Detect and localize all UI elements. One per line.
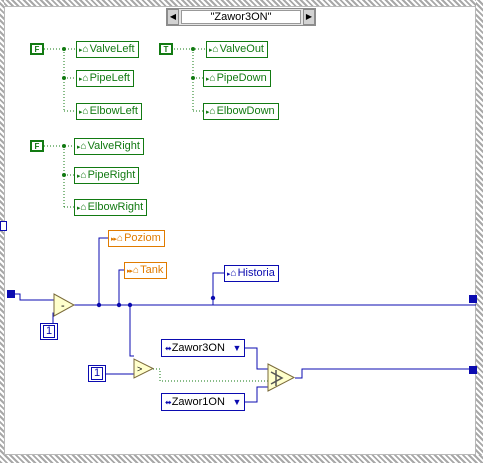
true-constant[interactable]: T: [159, 43, 173, 55]
local-pipedown[interactable]: ▸⌂PipeDown: [203, 70, 271, 87]
local-historia[interactable]: ▸⌂Historia: [224, 265, 279, 282]
ring-constant-zawor1on[interactable]: ⬌Zawor1ON ▼: [161, 393, 245, 411]
svg-text:>: >: [137, 364, 142, 374]
false-constant-1[interactable]: F: [30, 43, 44, 55]
svg-text:-: -: [61, 300, 65, 312]
selector-terminal[interactable]: [0, 221, 7, 231]
numeric-constant-1-bottom[interactable]: 1: [88, 365, 107, 382]
numeric-constant-1-top[interactable]: 1: [40, 323, 59, 340]
local-pipeleft[interactable]: ▸⌂PipeLeft: [76, 70, 134, 87]
local-valveleft[interactable]: ▸⌂ValveLeft: [76, 41, 139, 58]
local-piperight[interactable]: ▸⌂PipeRight: [74, 167, 140, 184]
input-tunnel[interactable]: [7, 290, 15, 298]
local-elbowleft[interactable]: ▸⌂ElbowLeft: [76, 103, 142, 120]
local-tank[interactable]: ▸▸⌂Tank: [124, 262, 168, 279]
output-tunnel-bottom[interactable]: [469, 366, 477, 374]
local-valveout[interactable]: ▸⌂ValveOut: [206, 41, 268, 58]
chevron-down-icon[interactable]: ▼: [230, 394, 244, 410]
local-elbowright[interactable]: ▸⌂ElbowRight: [74, 199, 148, 216]
local-poziom[interactable]: ▸▸⌂Poziom: [108, 230, 165, 247]
local-valveright[interactable]: ▸⌂ValveRight: [74, 138, 144, 155]
false-constant-2[interactable]: F: [30, 140, 44, 152]
ring-constant-zawor3on[interactable]: ⬌Zawor3ON ▼: [161, 339, 245, 357]
local-elbowdown[interactable]: ▸⌂ElbowDown: [203, 103, 279, 120]
output-tunnel-top[interactable]: [469, 295, 477, 303]
block-diagram: ◀ "Zawor3ON" ▶ - > F ▸⌂ValveLeft ▸⌂PipeL…: [0, 0, 483, 463]
chevron-down-icon[interactable]: ▼: [230, 340, 244, 356]
